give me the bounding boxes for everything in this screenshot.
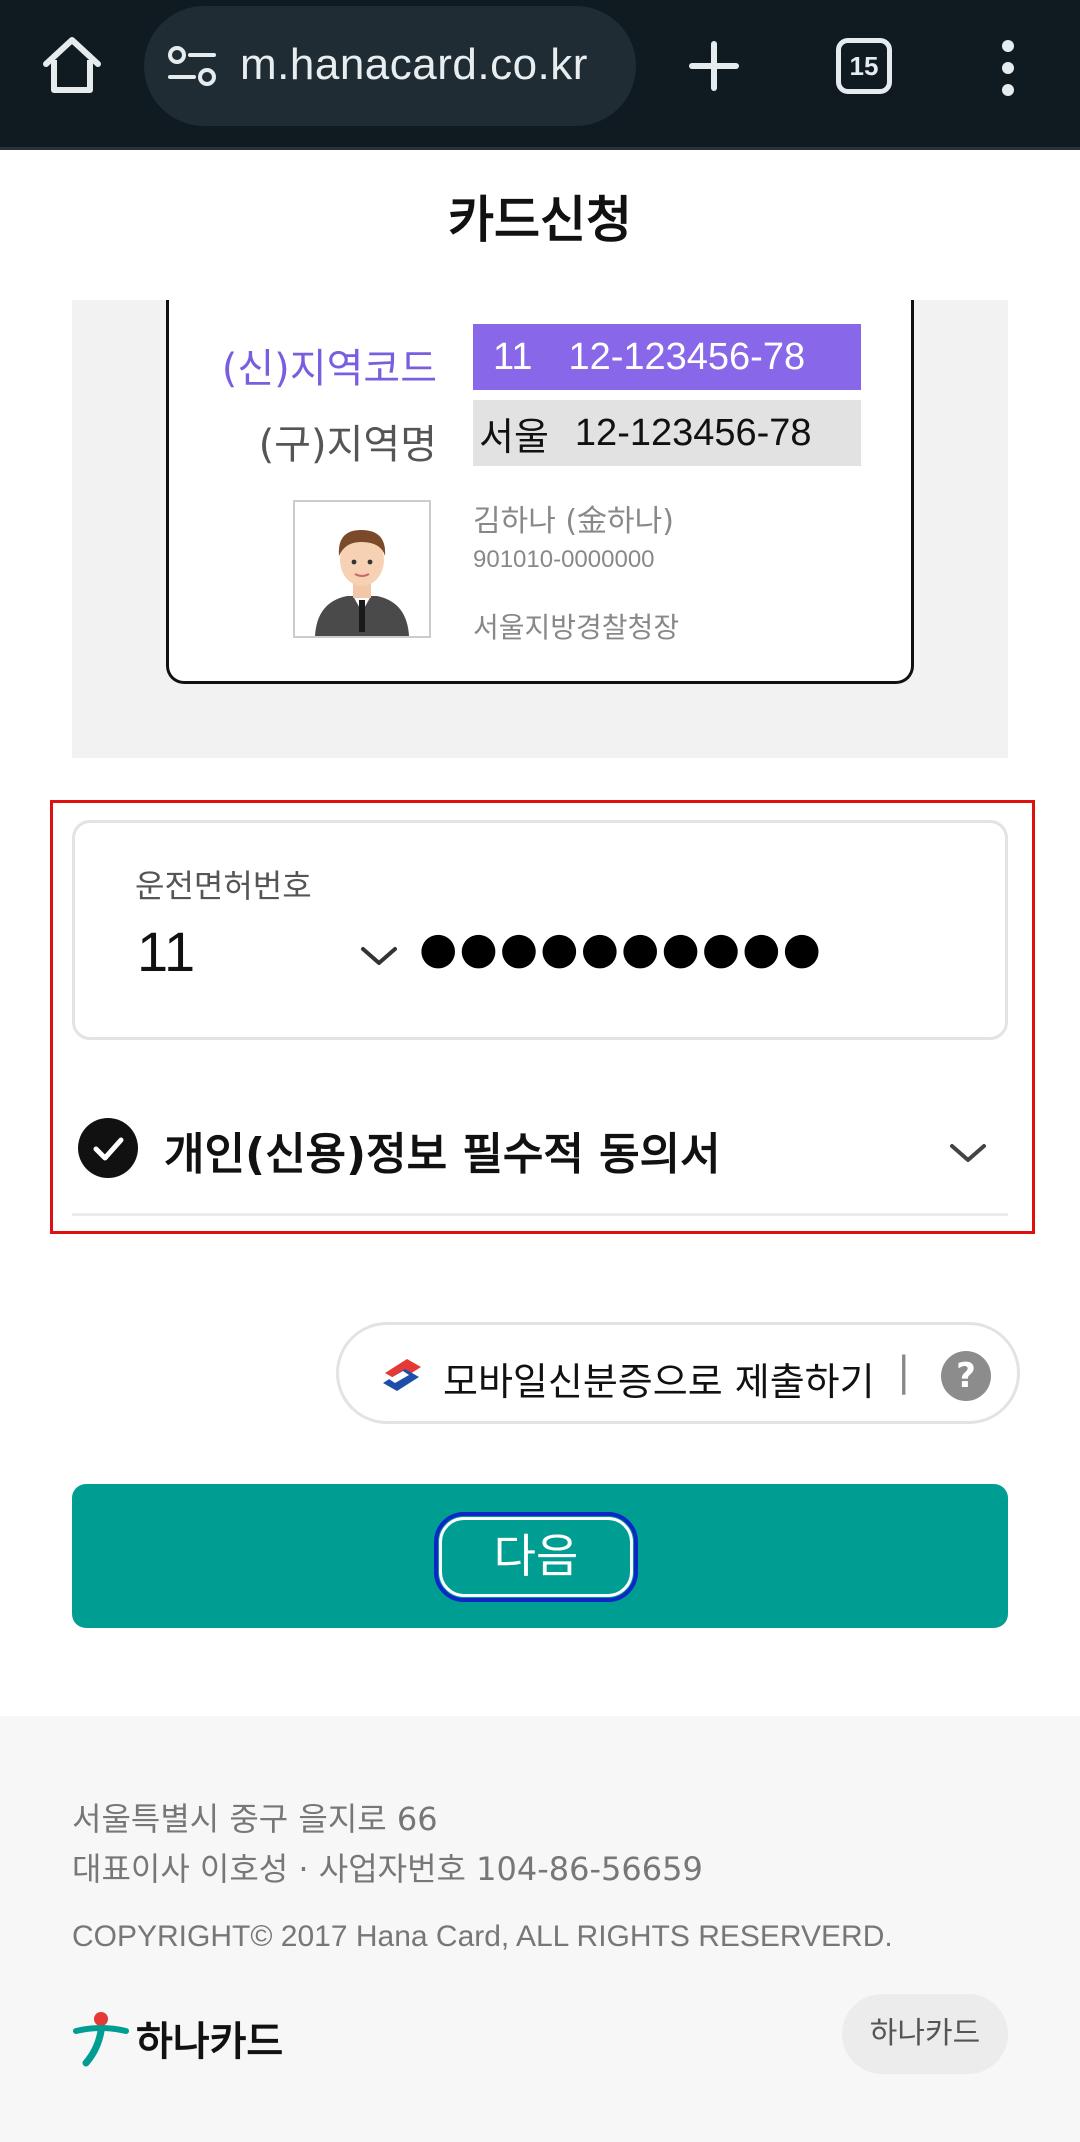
footer-address: 서울특별시 중구 을지로 66 — [72, 1800, 438, 1838]
mobile-id-submit-button[interactable]: 모바일신분증으로 제출하기 | ? — [336, 1322, 1020, 1424]
old-region-name: 서울 — [479, 414, 549, 459]
footer-copyright: COPYRIGHT© 2017 Hana Card, ALL RIGHTS RE… — [72, 1920, 893, 1953]
chevron-down-icon[interactable] — [948, 1138, 988, 1168]
new-region-label: (신)지역코드 — [221, 346, 437, 392]
divider: | — [897, 1349, 911, 1395]
old-region-label: (구)지역명 — [258, 422, 437, 468]
footer: 서울특별시 중구 을지로 66 대표이사 이호성 · 사업자번호 104-86-… — [0, 1716, 1080, 2142]
consent-label[interactable]: 개인(신용)정보 필수적 동의서 — [164, 1118, 721, 1182]
page-title: 카드신청 — [448, 191, 632, 249]
holder-id-number: 901010-0000000 — [473, 546, 655, 573]
holder-photo — [293, 500, 431, 638]
license-number-input[interactable]: ●●●●●●●●●● — [419, 923, 823, 974]
home-icon[interactable] — [38, 32, 106, 100]
consent-row[interactable]: 개인(신용)정보 필수적 동의서 — [72, 1100, 1008, 1216]
holder-name: 김하나 (金하나) — [473, 504, 674, 539]
new-region-number: 11 12-123456-78 — [473, 324, 861, 390]
checkmark-icon[interactable] — [78, 1118, 138, 1178]
new-license-number: 12-123456-78 — [568, 335, 806, 378]
hanacard-logo-icon — [73, 2012, 129, 2067]
url-text[interactable]: m.hanacard.co.kr — [240, 40, 588, 90]
license-number-field: 운전면허번호 11 ●●●●●●●●●● — [72, 820, 1008, 1040]
address-bar[interactable]: m.hanacard.co.kr — [144, 6, 636, 126]
mobile-id-label[interactable]: 모바일신분증으로 제출하기 — [443, 1351, 875, 1406]
tab-switcher-button[interactable]: 15 — [836, 38, 892, 94]
mobile-id-logo-icon — [379, 1351, 427, 1399]
old-license-number: 12-123456-78 — [574, 411, 812, 454]
region-code-value[interactable]: 11 — [137, 919, 195, 984]
more-menu-icon[interactable] — [990, 38, 1026, 98]
logo-text: 하나카드 — [136, 2019, 284, 2065]
old-region-number: 서울 12-123456-78 — [473, 400, 861, 466]
brand-button[interactable]: 하나카드 — [842, 1994, 1008, 2074]
footer-company-info: 대표이사 이호성 · 사업자번호 104-86-56659 — [72, 1850, 703, 1888]
help-icon[interactable]: ? — [941, 1351, 991, 1401]
browser-toolbar: m.hanacard.co.kr 15 — [0, 0, 1080, 150]
license-sample-card: (신)지역코드 11 12-123456-78 (구)지역명 서울 12-123… — [166, 300, 914, 684]
next-button[interactable]: 다음 — [72, 1484, 1008, 1628]
region-code-select[interactable]: 11 — [137, 919, 397, 999]
license-number-label: 운전면허번호 — [135, 867, 312, 905]
new-tab-icon[interactable] — [686, 38, 742, 94]
chevron-down-icon[interactable] — [359, 941, 399, 971]
issuer: 서울지방경찰청장 — [473, 611, 680, 644]
site-settings-icon[interactable] — [168, 46, 216, 86]
new-region-code: 11 — [493, 335, 533, 378]
next-button-label[interactable]: 다음 — [434, 1512, 638, 1602]
hanacard-logo: 하나카드 — [72, 2006, 283, 2070]
